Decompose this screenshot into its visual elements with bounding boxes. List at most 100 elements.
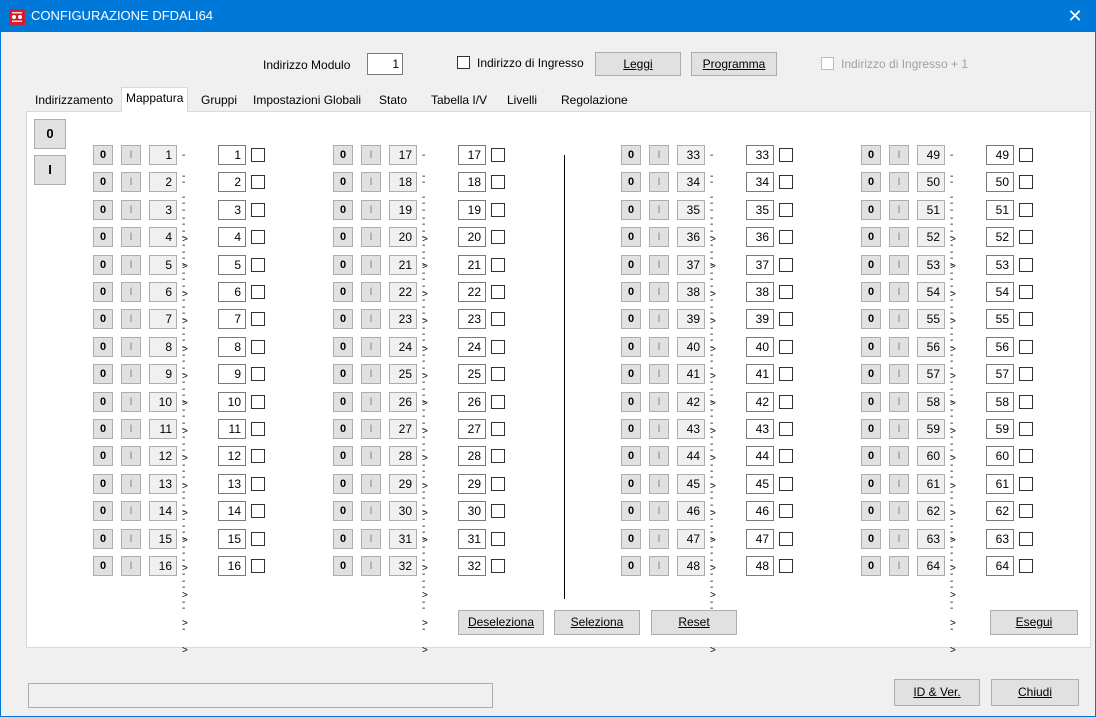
- target-address-input[interactable]: 9: [218, 364, 246, 384]
- target-address-input[interactable]: 52: [986, 227, 1014, 247]
- set-zero-button[interactable]: 0: [333, 474, 353, 494]
- row-select-checkbox[interactable]: [251, 477, 265, 491]
- row-select-checkbox[interactable]: [491, 285, 505, 299]
- target-address-input[interactable]: 42: [746, 392, 774, 412]
- set-zero-button[interactable]: 0: [333, 337, 353, 357]
- row-select-checkbox[interactable]: [1019, 449, 1033, 463]
- set-one-button[interactable]: I: [889, 309, 909, 329]
- set-one-button[interactable]: I: [121, 501, 141, 521]
- set-zero-button[interactable]: 0: [621, 227, 641, 247]
- set-zero-button[interactable]: 0: [93, 364, 113, 384]
- row-select-checkbox[interactable]: [1019, 504, 1033, 518]
- set-zero-button[interactable]: 0: [93, 255, 113, 275]
- set-one-button[interactable]: I: [889, 446, 909, 466]
- target-address-input[interactable]: 48: [746, 556, 774, 576]
- tab-impostazioni-globali[interactable]: Impostazioni Globali: [249, 90, 365, 111]
- row-select-checkbox[interactable]: [251, 504, 265, 518]
- set-zero-button[interactable]: 0: [93, 446, 113, 466]
- target-address-input[interactable]: 19: [458, 200, 486, 220]
- target-address-input[interactable]: 54: [986, 282, 1014, 302]
- row-select-checkbox[interactable]: [1019, 340, 1033, 354]
- set-one-button[interactable]: I: [361, 392, 381, 412]
- set-zero-button[interactable]: 0: [861, 529, 881, 549]
- set-zero-button[interactable]: 0: [93, 282, 113, 302]
- target-address-input[interactable]: 47: [746, 529, 774, 549]
- set-zero-button[interactable]: 0: [93, 227, 113, 247]
- set-one-button[interactable]: I: [361, 200, 381, 220]
- row-select-checkbox[interactable]: [491, 203, 505, 217]
- set-zero-button[interactable]: 0: [621, 309, 641, 329]
- set-one-button[interactable]: I: [361, 556, 381, 576]
- set-one-button[interactable]: I: [361, 446, 381, 466]
- target-address-input[interactable]: 64: [986, 556, 1014, 576]
- title-bar[interactable]: CONFIGURAZIONE DFDALI64 ✕: [1, 1, 1095, 32]
- target-address-input[interactable]: 44: [746, 446, 774, 466]
- row-select-checkbox[interactable]: [491, 230, 505, 244]
- set-one-button[interactable]: I: [649, 474, 669, 494]
- deselect-button[interactable]: Deseleziona: [458, 610, 544, 635]
- execute-button[interactable]: Esegui: [990, 610, 1078, 635]
- set-zero-button[interactable]: 0: [93, 337, 113, 357]
- set-zero-button[interactable]: 0: [93, 474, 113, 494]
- target-address-input[interactable]: 6: [218, 282, 246, 302]
- row-select-checkbox[interactable]: [779, 285, 793, 299]
- target-address-input[interactable]: 39: [746, 309, 774, 329]
- set-one-button[interactable]: I: [889, 145, 909, 165]
- set-one-button[interactable]: I: [889, 282, 909, 302]
- target-address-input[interactable]: 34: [746, 172, 774, 192]
- row-select-checkbox[interactable]: [779, 367, 793, 381]
- row-select-checkbox[interactable]: [491, 367, 505, 381]
- set-zero-button[interactable]: 0: [861, 364, 881, 384]
- reset-button[interactable]: Reset: [651, 610, 737, 635]
- set-one-button[interactable]: I: [361, 282, 381, 302]
- set-zero-button[interactable]: 0: [861, 556, 881, 576]
- set-zero-button[interactable]: 0: [861, 255, 881, 275]
- set-zero-button[interactable]: 0: [621, 172, 641, 192]
- target-address-input[interactable]: 28: [458, 446, 486, 466]
- set-zero-button[interactable]: 0: [333, 556, 353, 576]
- read-button[interactable]: Leggi: [595, 52, 681, 76]
- target-address-input[interactable]: 57: [986, 364, 1014, 384]
- set-zero-button[interactable]: 0: [621, 337, 641, 357]
- target-address-input[interactable]: 63: [986, 529, 1014, 549]
- target-address-input[interactable]: 10: [218, 392, 246, 412]
- set-one-button[interactable]: I: [649, 282, 669, 302]
- target-address-input[interactable]: 46: [746, 501, 774, 521]
- set-one-button[interactable]: I: [649, 255, 669, 275]
- set-zero-button[interactable]: 0: [333, 392, 353, 412]
- set-one-button[interactable]: I: [361, 529, 381, 549]
- row-select-checkbox[interactable]: [1019, 312, 1033, 326]
- set-zero-button[interactable]: 0: [621, 474, 641, 494]
- set-zero-button[interactable]: 0: [861, 282, 881, 302]
- row-select-checkbox[interactable]: [779, 532, 793, 546]
- row-select-checkbox[interactable]: [251, 285, 265, 299]
- set-one-button[interactable]: I: [361, 145, 381, 165]
- set-zero-button[interactable]: 0: [333, 282, 353, 302]
- row-select-checkbox[interactable]: [251, 532, 265, 546]
- target-address-input[interactable]: 8: [218, 337, 246, 357]
- set-zero-button[interactable]: 0: [93, 501, 113, 521]
- set-zero-button[interactable]: 0: [333, 172, 353, 192]
- row-select-checkbox[interactable]: [779, 395, 793, 409]
- set-one-button[interactable]: I: [361, 364, 381, 384]
- set-one-button[interactable]: I: [889, 474, 909, 494]
- tab-gruppi[interactable]: Gruppi: [197, 90, 241, 111]
- set-one-button[interactable]: I: [649, 200, 669, 220]
- target-address-input[interactable]: 50: [986, 172, 1014, 192]
- target-address-input[interactable]: 2: [218, 172, 246, 192]
- row-select-checkbox[interactable]: [779, 203, 793, 217]
- set-zero-button[interactable]: 0: [93, 529, 113, 549]
- target-address-input[interactable]: 18: [458, 172, 486, 192]
- target-address-input[interactable]: 22: [458, 282, 486, 302]
- target-address-input[interactable]: 4: [218, 227, 246, 247]
- set-zero-button[interactable]: 0: [93, 392, 113, 412]
- set-one-button[interactable]: I: [649, 392, 669, 412]
- target-address-input[interactable]: 62: [986, 501, 1014, 521]
- set-one-button[interactable]: I: [121, 337, 141, 357]
- set-one-button[interactable]: I: [121, 309, 141, 329]
- row-select-checkbox[interactable]: [251, 258, 265, 272]
- set-one-button[interactable]: I: [889, 501, 909, 521]
- row-select-checkbox[interactable]: [491, 477, 505, 491]
- set-one-button[interactable]: I: [649, 172, 669, 192]
- set-one-button[interactable]: I: [361, 227, 381, 247]
